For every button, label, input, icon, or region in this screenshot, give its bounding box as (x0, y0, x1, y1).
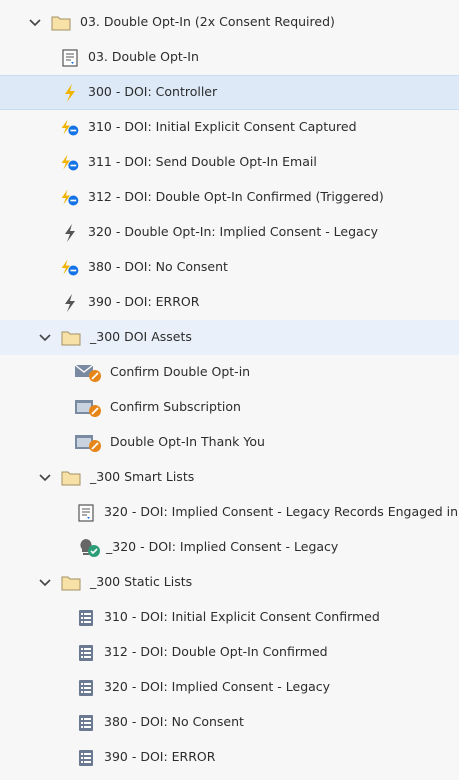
tree-item-static-list[interactable]: 380 - DOI: No Consent (0, 705, 459, 740)
landing-page-draft-icon (74, 433, 102, 453)
tree-item-label: 390 - DOI: ERROR (104, 749, 216, 765)
tree-folder-doi-assets[interactable]: _300 DOI Assets (0, 320, 459, 355)
tree-item-campaign[interactable]: 311 - DOI: Send Double Opt-In Email (0, 145, 459, 180)
tree-folder-smart-lists[interactable]: _300 Smart Lists (0, 460, 459, 495)
folder-icon (60, 573, 82, 593)
tree-item-label: 320 - DOI: Implied Consent - Legacy (104, 679, 331, 695)
tree-item-smart-list[interactable]: 320 - DOI: Implied Consent - Legacy Reco… (0, 495, 459, 530)
tree-item-label: 320 - DOI: Implied Consent - Legacy Reco… (104, 504, 459, 520)
folder-icon (60, 328, 82, 348)
tree-item-label: 312 - DOI: Double Opt-In Confirmed (104, 644, 328, 660)
tree-folder-static-lists[interactable]: _300 Static Lists (0, 565, 459, 600)
tree-item-label: _300 Smart Lists (90, 469, 195, 485)
segmentation-approved-icon (78, 538, 102, 558)
folder-icon (60, 468, 82, 488)
campaign-bolt-requested-icon (60, 118, 80, 138)
tree-item-email[interactable]: Confirm Double Opt-in (0, 355, 459, 390)
tree-item-segmentation[interactable]: _320 - DOI: Implied Consent - Legacy (0, 530, 459, 565)
tree-item-label: 380 - DOI: No Consent (88, 259, 228, 275)
campaign-bolt-requested-icon (60, 153, 80, 173)
static-list-icon (76, 643, 96, 663)
tree-item-label: 311 - DOI: Send Double Opt-In Email (88, 154, 317, 170)
tree-item-label: 312 - DOI: Double Opt-In Confirmed (Trig… (88, 189, 384, 205)
tree-item-campaign-selected[interactable]: 300 - DOI: Controller (0, 75, 459, 110)
tree-item-label: Confirm Subscription (110, 399, 241, 415)
tree-item-landing-page[interactable]: Confirm Subscription (0, 390, 459, 425)
tree-item-label: _300 DOI Assets (90, 329, 192, 345)
tree-item-label: 310 - DOI: Initial Explicit Consent Capt… (88, 119, 357, 135)
tree-item-static-list[interactable]: 390 - DOI: ERROR (0, 740, 459, 775)
static-list-icon (76, 748, 96, 768)
static-list-icon (76, 608, 96, 628)
tree-item-campaign[interactable]: 320 - Double Opt-In: Implied Consent - L… (0, 215, 459, 250)
chevron-down-icon[interactable] (38, 471, 52, 485)
tree-item-static-list[interactable]: 310 - DOI: Initial Explicit Consent Conf… (0, 600, 459, 635)
chevron-down-icon[interactable] (38, 576, 52, 590)
tree-item-static-list[interactable]: 320 - DOI: Implied Consent - Legacy (0, 670, 459, 705)
campaign-bolt-requested-icon (60, 258, 80, 278)
tree-item-campaign[interactable]: 312 - DOI: Double Opt-In Confirmed (Trig… (0, 180, 459, 215)
tree-item-label: Confirm Double Opt-in (110, 364, 251, 380)
campaign-bolt-icon (60, 83, 80, 103)
tree-item-label: 03. Double Opt-In (88, 49, 199, 65)
campaign-bolt-inactive-icon (60, 293, 80, 313)
chevron-down-icon[interactable] (38, 331, 52, 345)
tree-item-label: _300 Static Lists (90, 574, 193, 590)
tree-item-label: 310 - DOI: Initial Explicit Consent Conf… (104, 609, 380, 625)
tree-item-program[interactable]: 03. Double Opt-In (0, 40, 459, 75)
tree-item-campaign[interactable]: 390 - DOI: ERROR (0, 285, 459, 320)
smart-list-icon (76, 503, 96, 523)
tree-item-label: Double Opt-In Thank You (110, 434, 265, 450)
folder-icon (50, 13, 72, 33)
email-draft-icon (74, 363, 102, 383)
tree-item-label: 300 - DOI: Controller (88, 84, 218, 100)
campaign-bolt-inactive-icon (60, 223, 80, 243)
tree-item-campaign[interactable]: 310 - DOI: Initial Explicit Consent Capt… (0, 110, 459, 145)
tree-item-campaign[interactable]: 380 - DOI: No Consent (0, 250, 459, 285)
static-list-icon (76, 713, 96, 733)
static-list-icon (76, 678, 96, 698)
tree-item-label: 390 - DOI: ERROR (88, 294, 200, 310)
tree-item-label: 320 - Double Opt-In: Implied Consent - L… (88, 224, 378, 240)
program-icon (60, 48, 80, 68)
tree-item-static-list[interactable]: 312 - DOI: Double Opt-In Confirmed (0, 635, 459, 670)
landing-page-draft-icon (74, 398, 102, 418)
chevron-down-icon[interactable] (28, 16, 42, 30)
tree-item-label: _320 - DOI: Implied Consent - Legacy (106, 539, 339, 555)
tree-folder-double-opt-in[interactable]: 03. Double Opt-In (2x Consent Required) (0, 5, 459, 40)
tree-panel: 03. Double Opt-In (2x Consent Required) … (0, 0, 459, 780)
tree-item-label: 380 - DOI: No Consent (104, 714, 244, 730)
tree-item-label: 03. Double Opt-In (2x Consent Required) (80, 14, 335, 30)
campaign-bolt-requested-icon (60, 188, 80, 208)
tree-item-landing-page[interactable]: Double Opt-In Thank You (0, 425, 459, 460)
